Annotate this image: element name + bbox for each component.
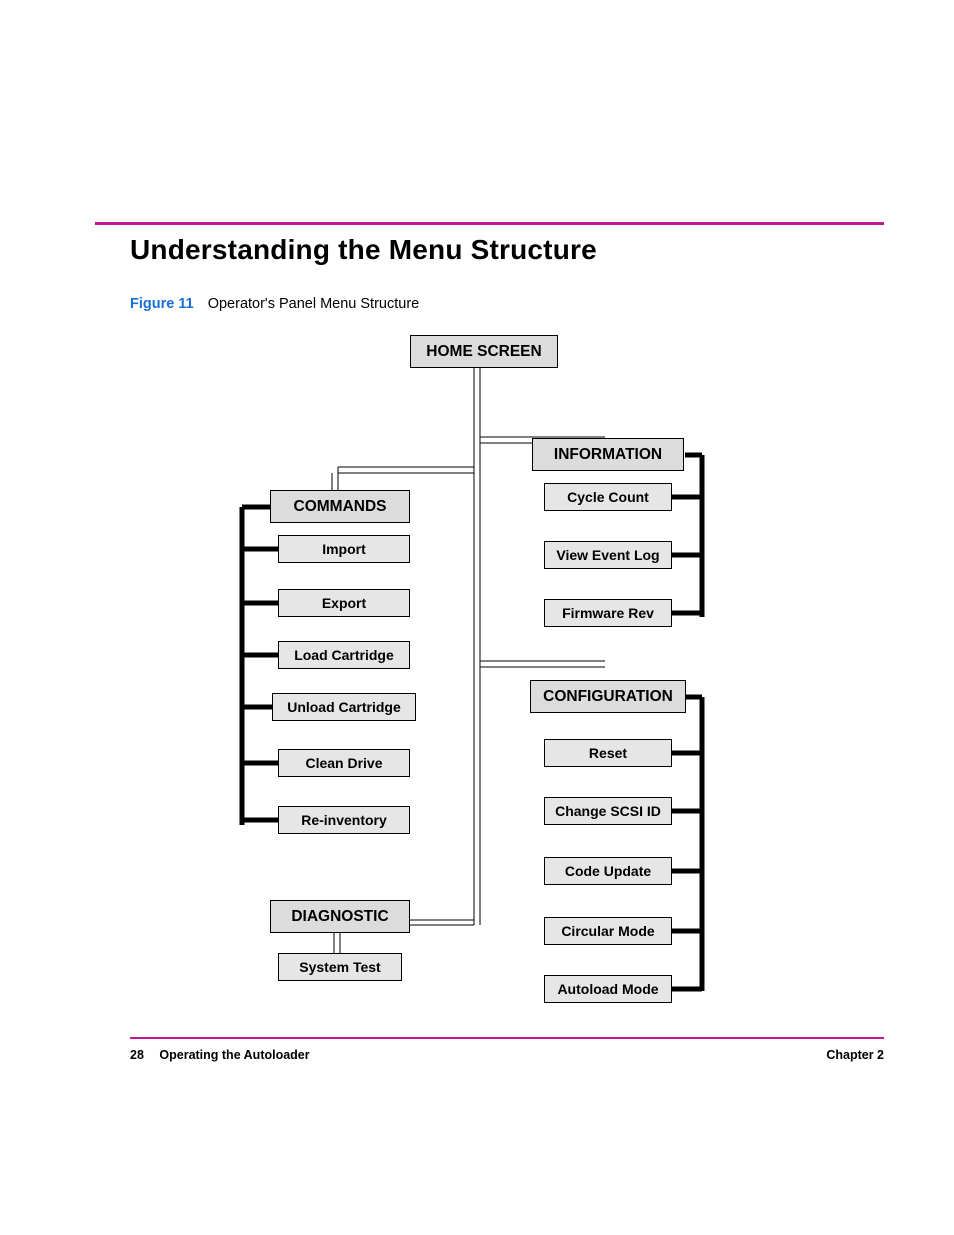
figure-label: Figure 11: [130, 296, 194, 312]
menu-structure-diagram: HOME SCREEN COMMANDS Import Export Load …: [130, 325, 720, 1015]
menu-item: Load Cartridge: [278, 641, 410, 669]
menu-information-header: INFORMATION: [532, 438, 684, 471]
menu-item: Code Update: [544, 857, 672, 885]
menu-item: Import: [278, 535, 410, 563]
menu-item: Export: [278, 589, 410, 617]
menu-item: Autoload Mode: [544, 975, 672, 1003]
menu-root: HOME SCREEN: [410, 335, 558, 368]
page-title: Understanding the Menu Structure: [130, 234, 597, 266]
menu-diagnostic-header: DIAGNOSTIC: [270, 900, 410, 933]
top-rule: [95, 222, 884, 225]
menu-configuration-header: CONFIGURATION: [530, 680, 686, 713]
figure-caption: Figure 11 Operator's Panel Menu Structur…: [130, 296, 419, 312]
menu-item: Circular Mode: [544, 917, 672, 945]
menu-item: View Event Log: [544, 541, 672, 569]
menu-item: Clean Drive: [278, 749, 410, 777]
diagram-connectors: [130, 325, 720, 1015]
menu-item: Reset: [544, 739, 672, 767]
figure-caption-text: Operator's Panel Menu Structure: [208, 296, 420, 312]
footer-left: 28 Operating the Autoloader: [130, 1048, 310, 1062]
footer-section: Operating the Autoloader: [159, 1048, 309, 1062]
footer-chapter: Chapter 2: [826, 1048, 884, 1062]
menu-item: Firmware Rev: [544, 599, 672, 627]
menu-commands-header: COMMANDS: [270, 490, 410, 523]
menu-item: Change SCSI ID: [544, 797, 672, 825]
menu-item: Cycle Count: [544, 483, 672, 511]
bottom-rule: [130, 1037, 884, 1039]
menu-item: Unload Cartridge: [272, 693, 416, 721]
menu-item: System Test: [278, 953, 402, 981]
menu-item: Re-inventory: [278, 806, 410, 834]
page-number: 28: [130, 1048, 144, 1062]
